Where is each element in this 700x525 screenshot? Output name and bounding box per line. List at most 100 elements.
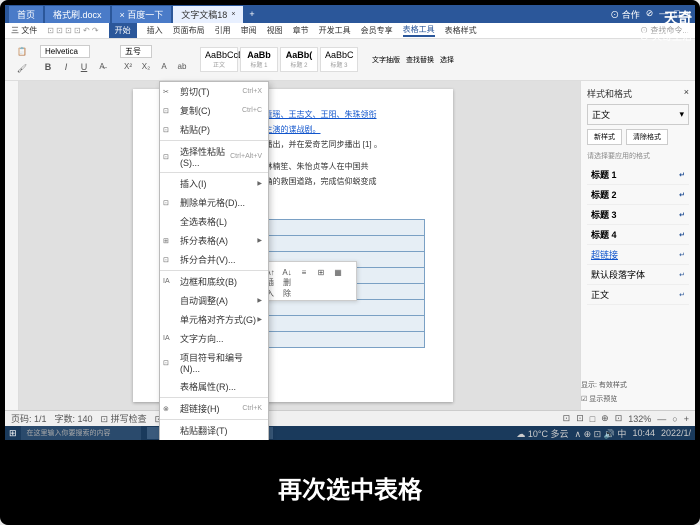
tab-devtools[interactable]: 开发工具 (319, 25, 351, 36)
qat-icons[interactable]: ⊡ ⊡ ⊡ ⊡ ↶ ↷ (47, 26, 98, 35)
show-styles-select[interactable]: 显示: 有效样式 (581, 378, 691, 392)
chevron-down-icon[interactable]: ▾ (679, 109, 684, 120)
file-menu[interactable]: 三 文件 (11, 25, 37, 36)
style-normal[interactable]: AaBbCcDd正文 (200, 47, 238, 72)
zoom-in[interactable]: + (684, 414, 689, 424)
view-mode-2[interactable]: ⊡ (576, 413, 584, 424)
show-preview-checkbox[interactable]: ☑ 显示预览 (581, 392, 691, 406)
context-menu-item[interactable]: 表格属性(R)... (160, 377, 268, 396)
paste-icon[interactable]: 📋 (14, 43, 30, 59)
tab-layout[interactable]: 页面布局 (173, 25, 205, 36)
context-menu-item[interactable]: ⊡粘贴(P) (160, 120, 268, 139)
tab-reference[interactable]: 引用 (215, 25, 231, 36)
context-menu-item[interactable]: ⊞拆分表格(A)▶ (160, 231, 268, 250)
strike-button[interactable]: A̶ (94, 59, 110, 75)
windows-taskbar: ⊞ 在这里输入你要搜索的内容 ☁ 10°C 多云 ∧ ⊕ ⊡ 🔊 中 10:44… (5, 426, 695, 440)
panel-close-icon[interactable]: × (684, 87, 689, 100)
tab-home[interactable]: 首页 (9, 6, 43, 23)
context-menu-item[interactable]: ⊡拆分合并(V)... (160, 250, 268, 269)
zoom-out[interactable]: — (657, 414, 666, 424)
font-color-button[interactable]: A (156, 59, 172, 75)
underline-button[interactable]: U (76, 59, 92, 75)
context-menu-item[interactable]: 粘贴翻译(T) (160, 421, 268, 440)
tray-icons[interactable]: ∧ ⊕ ⊡ 🔊 中 (575, 427, 627, 440)
text-template-button[interactable]: 文字抽版 (372, 55, 400, 65)
font-family-select[interactable] (40, 45, 90, 58)
tab-view[interactable]: 视图 (267, 25, 283, 36)
font-size-select[interactable] (120, 45, 152, 58)
subscript-button[interactable]: X₂ (138, 59, 154, 75)
context-menu-item[interactable]: IA文字方向... (160, 329, 268, 348)
highlight-button[interactable]: ab (174, 59, 190, 75)
style-list-item[interactable]: 标题 2↵ (587, 185, 689, 205)
view-mode-3[interactable]: □ (590, 414, 595, 424)
tab-baidu[interactable]: × 百度一下 (112, 6, 172, 23)
style-list-item[interactable]: 超链接↵ (587, 245, 689, 265)
new-style-button[interactable]: 新样式 (587, 129, 622, 145)
style-list-item[interactable]: 标题 3↵ (587, 205, 689, 225)
start-button[interactable]: ⊞ (9, 428, 17, 439)
style-list-item[interactable]: 标题 1↵ (587, 165, 689, 185)
context-menu-item[interactable]: ⊡项目符号和编号(N)... (160, 348, 268, 377)
tab-insert[interactable]: 插入 (147, 25, 163, 36)
context-menu-item[interactable]: ✂剪切(T)Ctrl+X (160, 82, 268, 101)
context-menu-item[interactable]: ⊗超链接(H)Ctrl+K (160, 399, 268, 418)
tab-table-tools[interactable]: 表格工具 (403, 24, 435, 37)
tab-table-style[interactable]: 表格样式 (445, 25, 477, 36)
tab-vip[interactable]: 会员专享 (361, 25, 393, 36)
mini-border[interactable]: ▦ (331, 265, 345, 279)
panel-title: 样式和格式 (587, 87, 632, 100)
style-list-item[interactable]: 标题 4↵ (587, 225, 689, 245)
page-number[interactable]: 页码: 1/1 (11, 412, 47, 425)
panel-hint: 请选择要应用的格式 (587, 151, 689, 161)
mini-merge[interactable]: ⊞ (314, 265, 328, 279)
styles-panel: 样式和格式× 正文▾ 新样式 清除格式 请选择要应用的格式 标题 1↵标题 2↵… (580, 81, 695, 410)
mini-align[interactable]: ≡ (297, 265, 311, 279)
ribbon-toolbar: 📋 🖌 B I U A̶ X² X₂ A ab (5, 39, 695, 81)
select-button[interactable]: 选择 (440, 55, 454, 65)
word-count[interactable]: 字数: 140 (55, 412, 93, 425)
context-menu-item[interactable]: 单元格对齐方式(G)▶ (160, 310, 268, 329)
spell-check[interactable]: ⊡ 拼写检查 (101, 412, 147, 425)
tab-review[interactable]: 审阅 (241, 25, 257, 36)
context-menu-item[interactable]: IA边框和底纹(B) (160, 272, 268, 291)
weather-widget[interactable]: ☁ 10°C 多云 (516, 427, 568, 440)
context-menu-item[interactable]: ⊡复制(C)Ctrl+C (160, 101, 268, 120)
find-replace-button[interactable]: 查找替换 (406, 55, 434, 65)
collab-button[interactable]: ⊙ 合作 (610, 8, 640, 21)
document-area[interactable]: 一龙、童瑶、王志文、王阳、朱珠领衔 袁文康主演的谍战剧。 同八套播出，并在爱奇艺… (5, 81, 580, 410)
style-list-item[interactable]: 正文↵ (587, 285, 689, 305)
new-tab-button[interactable]: + (245, 9, 258, 19)
italic-button[interactable]: I (58, 59, 74, 75)
clock-date[interactable]: 2022/1/ (661, 428, 691, 438)
superscript-button[interactable]: X² (120, 59, 136, 75)
view-mode-5[interactable]: ⊡ (615, 413, 623, 424)
context-menu-item[interactable]: ⊡选择性粘贴(S)...Ctrl+Alt+V (160, 142, 268, 171)
taskbar-search[interactable]: 在这里输入你要搜索的内容 (21, 426, 141, 440)
mini-delete[interactable]: 删除 (283, 281, 297, 295)
bold-button[interactable]: B (40, 59, 56, 75)
tab-current-doc[interactable]: 文字文稿18× (173, 6, 243, 23)
context-menu-item[interactable]: 全选表格(L) (160, 212, 268, 231)
style-list-item[interactable]: 默认段落字体↵ (587, 265, 689, 285)
zoom-level[interactable]: 132% (628, 414, 651, 424)
tab-chapter[interactable]: 章节 (293, 25, 309, 36)
context-menu-item[interactable]: 插入(I)▶ (160, 174, 268, 193)
view-mode-1[interactable]: ⊡ (563, 413, 571, 424)
style-h1[interactable]: AaBb标题 1 (240, 47, 278, 72)
clock-time[interactable]: 10:44 (632, 428, 655, 438)
zoom-slider[interactable]: ○ (672, 414, 677, 424)
context-menu-item[interactable]: 自动调整(A)▶ (160, 291, 268, 310)
style-h2[interactable]: AaBb(标题 2 (280, 47, 318, 72)
tab-doc1[interactable]: 格式刷.docx (45, 6, 110, 23)
view-mode-4[interactable]: ⊕ (601, 413, 609, 424)
video-subtitle: 再次选中表格 (0, 470, 700, 505)
close-icon[interactable]: × (231, 11, 235, 18)
style-h3[interactable]: AaBbC标题 3 (320, 47, 358, 72)
brand-watermark: 天奇 (664, 8, 692, 28)
format-painter-icon[interactable]: 🖌 (14, 60, 30, 76)
sync-icon[interactable]: ⊘ (646, 8, 654, 21)
context-menu-item[interactable]: ⊡删除单元格(D)... (160, 193, 268, 212)
clear-format-button[interactable]: 清除格式 (626, 129, 668, 145)
tab-start[interactable]: 开始 (109, 23, 137, 38)
